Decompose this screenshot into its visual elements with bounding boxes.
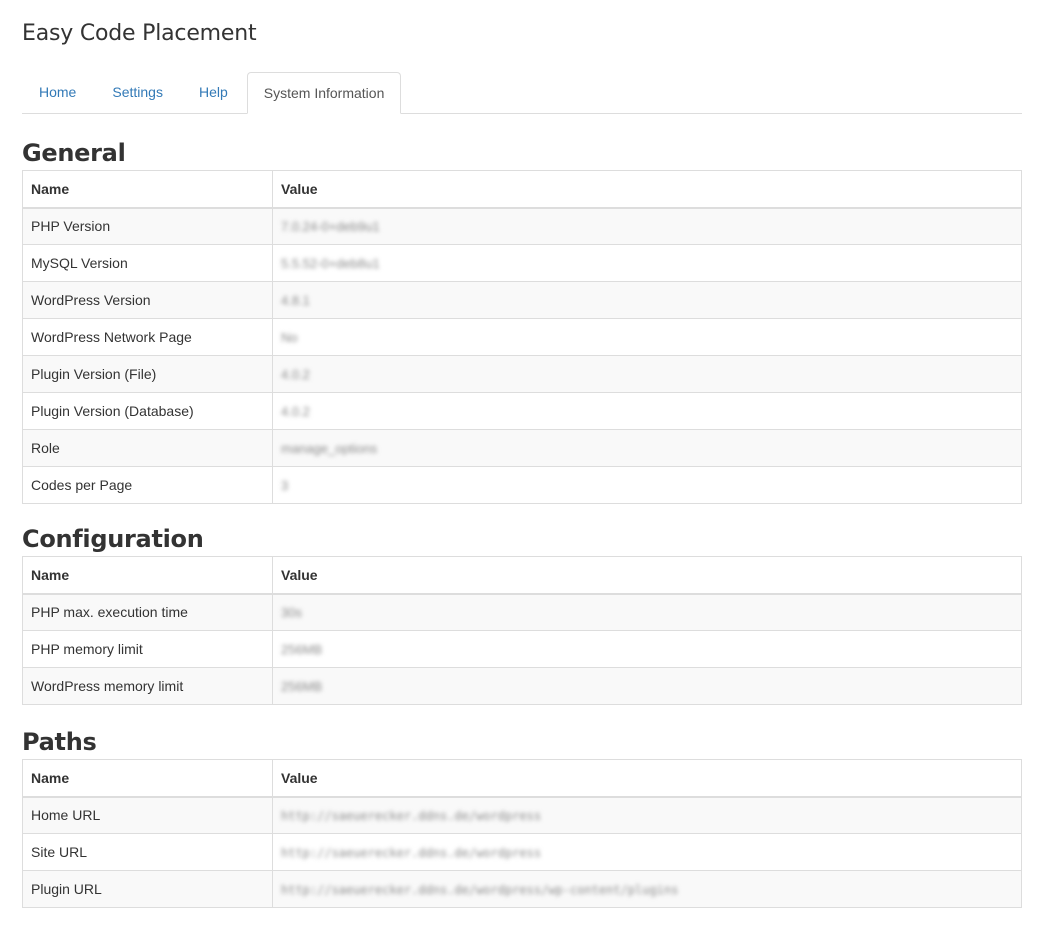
- row-name: Plugin Version (Database): [22, 392, 273, 430]
- table-row: WordPress memory limit 256MB: [22, 667, 1022, 705]
- row-value-text: http://saeuerecker.ddns.de/wordpress/wp-…: [281, 883, 679, 897]
- page-title: Easy Code Placement: [22, 21, 257, 46]
- row-value-text: 4.0.2: [281, 404, 310, 419]
- paths-heading: Paths: [22, 728, 97, 756]
- row-value-text: 256MB: [281, 642, 323, 657]
- table-row: Plugin Version (Database) 4.0.2: [22, 392, 1022, 430]
- name-column-header: Name: [22, 170, 273, 209]
- table-row: Site URL http://saeuerecker.ddns.de/word…: [22, 833, 1022, 871]
- row-value-text: http://saeuerecker.ddns.de/wordpress: [281, 809, 542, 824]
- row-value: http://saeuerecker.ddns.de/wordpress: [272, 796, 1022, 834]
- tab-bar: Home Settings Help System Information: [22, 72, 1022, 114]
- row-value-text: 7.0.24-0+deb9u1: [281, 219, 380, 235]
- row-name: Plugin URL: [22, 870, 273, 908]
- row-name: Site URL: [22, 833, 273, 871]
- row-value-text: 4.0.2: [281, 367, 310, 382]
- row-value: 4.0.2: [272, 355, 1022, 393]
- row-value-text: 30s: [281, 605, 302, 621]
- row-value: No: [272, 318, 1022, 356]
- row-value-text: 4.8.1: [281, 293, 310, 308]
- tab-home[interactable]: Home: [22, 71, 93, 113]
- row-value: 256MB: [272, 630, 1022, 668]
- table-row: MySQL Version 5.5.52-0+deb8u1: [22, 244, 1022, 282]
- general-table: Name Value PHP Version 7.0.24-0+deb9u1 M…: [22, 170, 1022, 504]
- general-section: General Name Value PHP Version 7.0.24-0+…: [22, 136, 1022, 504]
- paths-table: Name Value Home URL http://saeuerecker.d…: [22, 759, 1022, 908]
- page: Easy Code Placement Home Settings Help S…: [0, 0, 1045, 908]
- value-column-header: Value: [272, 556, 1022, 595]
- row-name: Plugin Version (File): [22, 355, 273, 393]
- value-column-header: Value: [272, 170, 1022, 209]
- row-name: MySQL Version: [22, 244, 273, 282]
- row-value: http://saeuerecker.ddns.de/wordpress: [272, 833, 1022, 871]
- row-name: Home URL: [22, 796, 273, 834]
- row-value: manage_options: [272, 429, 1022, 467]
- row-value: 3: [272, 466, 1022, 504]
- row-value-text: 5.5.52-0+deb8u1: [281, 256, 380, 271]
- table-header-row: Name Value: [22, 170, 1022, 209]
- row-value-text: manage_options: [281, 441, 378, 456]
- row-value: http://saeuerecker.ddns.de/wordpress/wp-…: [272, 870, 1022, 908]
- tab-help[interactable]: Help: [182, 71, 245, 113]
- table-row: PHP memory limit 256MB: [22, 630, 1022, 668]
- row-name: WordPress Network Page: [22, 318, 273, 356]
- row-value: 7.0.24-0+deb9u1: [272, 207, 1022, 245]
- row-value-text: http://saeuerecker.ddns.de/wordpress: [281, 846, 542, 860]
- row-value-text: 256MB: [281, 679, 323, 694]
- row-name: WordPress memory limit: [22, 667, 273, 705]
- row-value: 4.0.2: [272, 392, 1022, 430]
- tab-settings[interactable]: Settings: [95, 71, 180, 113]
- paths-section: Paths Name Value Home URL http://saeuere…: [22, 725, 1022, 908]
- row-name: PHP Version: [22, 207, 273, 245]
- row-name: Codes per Page: [22, 466, 273, 504]
- row-value-text: No: [281, 330, 298, 345]
- row-value: 30s: [272, 593, 1022, 631]
- row-value: 256MB: [272, 667, 1022, 705]
- row-value: 5.5.52-0+deb8u1: [272, 244, 1022, 282]
- configuration-heading: Configuration: [22, 525, 204, 553]
- row-name: Role: [22, 429, 273, 467]
- table-row: PHP Version 7.0.24-0+deb9u1: [22, 207, 1022, 245]
- name-column-header: Name: [22, 556, 273, 595]
- configuration-table: Name Value PHP max. execution time 30s P…: [22, 556, 1022, 705]
- row-name: WordPress Version: [22, 281, 273, 319]
- row-name: PHP max. execution time: [22, 593, 273, 631]
- value-column-header: Value: [272, 759, 1022, 798]
- table-row: Home URL http://saeuerecker.ddns.de/word…: [22, 796, 1022, 834]
- table-header-row: Name Value: [22, 556, 1022, 595]
- table-row: Role manage_options: [22, 429, 1022, 467]
- row-value: 4.8.1: [272, 281, 1022, 319]
- table-header-row: Name Value: [22, 759, 1022, 798]
- row-name: PHP memory limit: [22, 630, 273, 668]
- configuration-section: Configuration Name Value PHP max. execut…: [22, 522, 1022, 705]
- tab-system-information[interactable]: System Information: [246, 72, 402, 114]
- table-row: PHP max. execution time 30s: [22, 593, 1022, 631]
- row-value-text: 3: [281, 478, 289, 493]
- table-row: Codes per Page 3: [22, 466, 1022, 504]
- table-row: WordPress Version 4.8.1: [22, 281, 1022, 319]
- table-row: WordPress Network Page No: [22, 318, 1022, 356]
- table-row: Plugin Version (File) 4.0.2: [22, 355, 1022, 393]
- general-heading: General: [22, 139, 126, 167]
- name-column-header: Name: [22, 759, 273, 798]
- table-row: Plugin URL http://saeuerecker.ddns.de/wo…: [22, 870, 1022, 908]
